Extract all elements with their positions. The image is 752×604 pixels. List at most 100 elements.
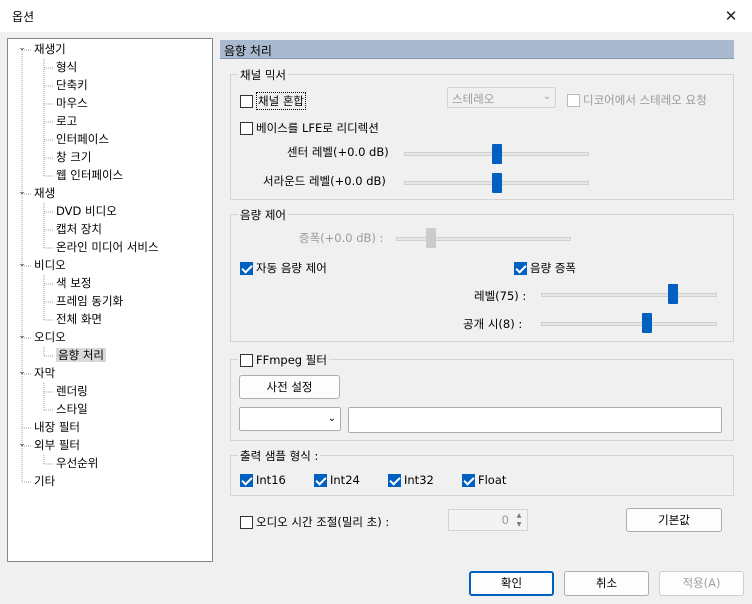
ffmpeg-preset-select[interactable]: ⌄ xyxy=(239,407,341,431)
tree-item-label: 단축키 xyxy=(56,78,88,92)
channel-mix-box[interactable] xyxy=(240,94,253,108)
format-box[interactable] xyxy=(388,473,401,487)
tree-item-label: 오디오 xyxy=(34,330,66,344)
tree-item[interactable]: 온라인 미디어 서비스 xyxy=(56,239,159,256)
tree-item[interactable]: 재생기 xyxy=(34,41,66,58)
volume-boost-checkbox[interactable]: 음량 증폭 xyxy=(514,260,576,276)
tree-item-label: 창 크기 xyxy=(56,150,92,164)
time-shift-spinner: 0 ▲ ▼ xyxy=(448,509,528,531)
tree-item[interactable]: 로고 xyxy=(56,113,77,130)
tree-item[interactable]: 렌더링 xyxy=(56,383,88,400)
format-checkbox[interactable]: Float xyxy=(462,473,506,487)
tree-item-label: 마우스 xyxy=(56,96,88,110)
format-box[interactable] xyxy=(314,473,327,487)
default-button[interactable]: 기본값 xyxy=(626,508,722,532)
tree-item-label: 스타일 xyxy=(56,402,88,416)
options-tree[interactable]: 재생기 ⌄ 형식단축키마우스로고인터페이스창 크기웹 인터페이스 재생 ⌄ DVD 비디오… xyxy=(7,38,213,562)
boost-level-track[interactable] xyxy=(541,293,717,297)
tree-item[interactable]: 스타일 xyxy=(56,401,88,418)
channel-mode-value: 스테레오 xyxy=(452,92,495,106)
tree-item[interactable]: 재생 xyxy=(34,185,55,202)
format-box[interactable] xyxy=(462,473,475,487)
chevron-down-icon[interactable]: ⌄ xyxy=(17,439,27,449)
tree-item[interactable]: 전체 화면 xyxy=(56,311,102,328)
channel-mix-checkbox[interactable]: 채널 혼합 xyxy=(240,92,306,110)
tree-item[interactable]: 인터페이스 xyxy=(56,131,109,148)
auto-volume-label: 자동 음량 제어 xyxy=(256,261,327,275)
tree-item-label: 내장 필터 xyxy=(34,420,80,434)
tree-item-label: 재생 xyxy=(34,186,56,200)
tree-item[interactable]: 단축키 xyxy=(56,77,88,94)
cancel-button[interactable]: 취소 xyxy=(564,571,649,596)
tree-item-label: 비디오 xyxy=(34,258,66,272)
center-level-thumb[interactable] xyxy=(491,144,502,164)
format-checkbox[interactable]: Int16 xyxy=(240,473,286,487)
tree-item[interactable]: 내장 필터 xyxy=(34,419,80,436)
tree-item[interactable]: 프레임 동기화 xyxy=(56,293,123,310)
tree-item-label: 형식 xyxy=(56,60,78,74)
format-label: Float xyxy=(478,473,507,487)
tree-item[interactable]: 형식 xyxy=(56,59,77,76)
ok-button[interactable]: 확인 xyxy=(469,571,554,596)
tree-item[interactable]: 비디오 xyxy=(34,257,66,274)
ffmpeg-filter-input[interactable] xyxy=(348,407,722,433)
ffmpeg-checkbox[interactable]: FFmpeg 필터 xyxy=(238,352,329,368)
tree-item[interactable]: 외부 필터 xyxy=(34,437,80,454)
tree-item-label: 인터페이스 xyxy=(56,132,109,146)
title-bar: 옵션 ✕ xyxy=(0,0,752,32)
release-thumb[interactable] xyxy=(641,313,652,333)
tree-item[interactable]: 우선순위 xyxy=(56,455,98,472)
chevron-down-icon[interactable]: ⌄ xyxy=(17,43,27,53)
lfe-redirect-box[interactable] xyxy=(240,121,253,135)
tree-item-label: 음향 처리 xyxy=(56,348,106,362)
preset-button[interactable]: 사전 설정 xyxy=(239,375,340,399)
lfe-redirect-checkbox[interactable]: 베이스를 LFE로 리디렉션 xyxy=(240,120,379,136)
format-checkbox[interactable]: Int24 xyxy=(314,473,360,487)
surround-level-thumb[interactable] xyxy=(491,173,502,193)
tree-item-label: 캡처 장치 xyxy=(56,222,102,236)
chevron-down-icon: ⌄ xyxy=(542,91,551,102)
chevron-down-icon[interactable]: ⌄ xyxy=(17,331,27,341)
tree-item[interactable]: 캡처 장치 xyxy=(56,221,102,238)
ok-button-label: 확인 xyxy=(500,576,523,590)
default-button-label: 기본값 xyxy=(658,513,690,527)
tree-item[interactable]: 오디오 xyxy=(34,329,66,346)
format-box[interactable] xyxy=(240,473,253,487)
chevron-down-icon[interactable]: ⌄ xyxy=(17,259,27,269)
boost-level-thumb[interactable] xyxy=(668,284,678,304)
tree-item-label: 프레임 동기화 xyxy=(56,294,124,308)
format-checkbox[interactable]: Int32 xyxy=(388,473,434,487)
chevron-down-icon[interactable]: ⌄ xyxy=(17,187,27,197)
release-label: 공개 시(8) : xyxy=(463,317,523,331)
tree-item[interactable]: 음향 처리 xyxy=(56,347,106,364)
release-track[interactable] xyxy=(541,322,717,326)
tree-item[interactable]: 자막 xyxy=(34,365,55,382)
time-shift-box[interactable] xyxy=(240,515,253,529)
chevron-down-icon[interactable]: ⌄ xyxy=(17,367,27,377)
format-label: Int16 xyxy=(256,473,286,487)
gain-thumb xyxy=(426,228,436,248)
volume-boost-box[interactable] xyxy=(514,261,527,275)
tree-item[interactable]: 색 보정 xyxy=(56,275,91,292)
tree-item[interactable]: 기타 xyxy=(34,473,55,490)
tree-item[interactable]: DVD 비디오 xyxy=(56,203,117,220)
tree-item-label: 재생기 xyxy=(34,42,66,56)
tree-item-label: 온라인 미디어 서비스 xyxy=(56,240,159,254)
format-label: Int24 xyxy=(330,473,360,487)
decoder-stereo-checkbox: 디코어에서 스테레오 요청 xyxy=(567,92,707,108)
tree-item-label: DVD 비디오 xyxy=(56,204,117,218)
volume-boost-label: 음량 증폭 xyxy=(530,261,576,275)
time-shift-checkbox[interactable]: 오디오 시간 조절(밀리 초) : xyxy=(240,514,389,530)
output-format-title: 출력 샘플 형식 : xyxy=(238,448,321,464)
window-title: 옵션 xyxy=(12,10,35,24)
auto-volume-box[interactable] xyxy=(240,261,253,275)
panel-header: 음향 처리 xyxy=(220,40,734,59)
channel-mode-select: 스테레오 ⌄ xyxy=(447,87,556,108)
tree-item[interactable]: 마우스 xyxy=(56,95,88,112)
tree-item[interactable]: 창 크기 xyxy=(56,149,91,166)
tree-item-label: 색 보정 xyxy=(56,276,92,290)
ffmpeg-box[interactable] xyxy=(240,353,253,367)
auto-volume-checkbox[interactable]: 자동 음량 제어 xyxy=(240,260,327,276)
tree-item[interactable]: 웹 인터페이스 xyxy=(56,167,123,184)
close-icon[interactable]: ✕ xyxy=(720,5,742,27)
